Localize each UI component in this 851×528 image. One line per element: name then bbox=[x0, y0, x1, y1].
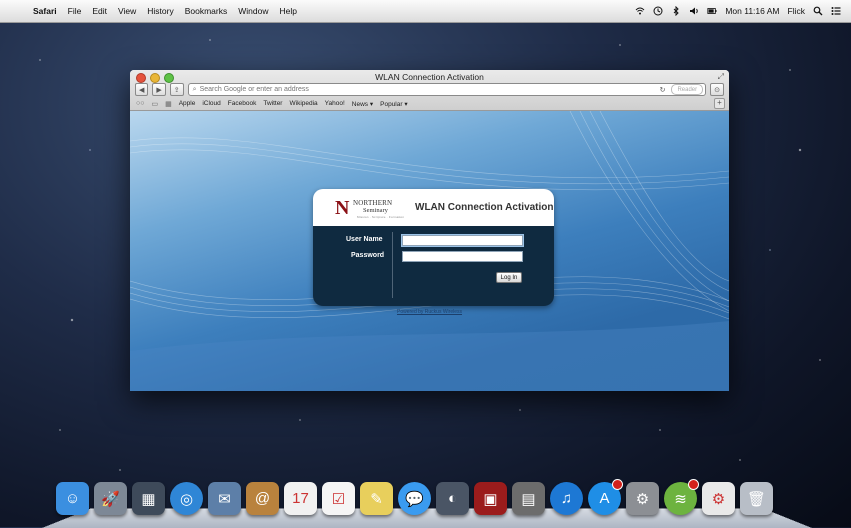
bookmark-apple[interactable]: Apple bbox=[179, 100, 196, 107]
safari-toolbar: ◀ ▶ ⇪ ⌕ Search Google or enter an addres… bbox=[135, 83, 724, 96]
menu-edit[interactable]: Edit bbox=[92, 6, 107, 16]
menu-history[interactable]: History bbox=[147, 6, 173, 16]
bookmark-icloud[interactable]: iCloud bbox=[202, 100, 220, 107]
menu-clock[interactable]: Mon 11:16 AM bbox=[725, 6, 779, 16]
config-file-icon[interactable]: ⚙ bbox=[702, 482, 735, 515]
top-sites-icon[interactable]: ▦ bbox=[165, 100, 172, 108]
app-store-icon[interactable]: A bbox=[588, 479, 623, 515]
address-placeholder: Search Google or enter an address bbox=[199, 86, 309, 93]
finder-icon[interactable]: ☺ bbox=[56, 482, 89, 515]
itunes-icon[interactable]: ♫ bbox=[550, 482, 583, 515]
window-title: WLAN Connection Activation bbox=[375, 72, 484, 82]
facetime-icon[interactable]: ◐ bbox=[436, 482, 469, 515]
mail-icon[interactable]: ✉ bbox=[208, 482, 241, 515]
menu-window[interactable]: Window bbox=[238, 6, 268, 16]
page-content: N NORTHERN Seminary Mission · Scripture … bbox=[130, 111, 729, 391]
downloads-button[interactable]: ⊙ bbox=[710, 83, 724, 96]
reading-list-icon[interactable]: ○○ bbox=[136, 100, 144, 107]
safari-icon[interactable]: ◎ bbox=[170, 482, 203, 515]
username-input[interactable] bbox=[402, 235, 523, 246]
contacts-icon[interactable]: @ bbox=[246, 482, 279, 515]
form-divider bbox=[392, 232, 393, 298]
spotlight-search-icon[interactable] bbox=[813, 6, 823, 16]
powered-by-link[interactable]: Powered by Ruckus Wireless bbox=[130, 309, 729, 315]
launchpad-icon[interactable]: 🚀 bbox=[94, 482, 127, 515]
trash-icon[interactable]: 🗑 bbox=[740, 482, 773, 515]
bookmark-news-menu[interactable]: News ▾ bbox=[352, 100, 373, 108]
login-form: User Name Password Log In bbox=[313, 226, 554, 306]
dock: ☺ 🚀 ▦ ◎ ✉ @17 ☑ ✎ 💬 ◐ ▣ ▤ ♫ A ⚙ ≋ ⚙ 🗑 bbox=[56, 479, 773, 515]
time-machine-icon[interactable] bbox=[653, 6, 663, 16]
bookmarks-book-icon[interactable]: ▭ bbox=[151, 100, 158, 108]
bookmark-facebook[interactable]: Facebook bbox=[228, 100, 257, 107]
safari-window: WLAN Connection Activation ⤢ ◀ ▶ ⇪ ⌕ Sea… bbox=[130, 70, 729, 391]
reload-icon[interactable]: ↻ bbox=[660, 86, 666, 94]
bookmark-popular-menu[interactable]: Popular ▾ bbox=[380, 100, 407, 108]
login-card: N NORTHERN Seminary Mission · Scripture … bbox=[313, 189, 554, 306]
bookmarks-bar: ○○ ▭ ▦ Apple iCloud Facebook Twitter Wik… bbox=[136, 98, 725, 109]
volume-icon[interactable] bbox=[689, 6, 699, 16]
battery-icon[interactable] bbox=[707, 6, 717, 16]
menu-user[interactable]: Flick bbox=[788, 6, 805, 16]
window-titlebar[interactable]: WLAN Connection Activation ⤢ ◀ ▶ ⇪ ⌕ Sea… bbox=[130, 70, 729, 111]
menu-app-name[interactable]: Safari bbox=[33, 6, 57, 16]
new-tab-button[interactable]: + bbox=[714, 98, 725, 109]
notification-center-icon[interactable] bbox=[831, 6, 841, 16]
username-label: User Name bbox=[346, 236, 383, 243]
status-area: Mon 11:16 AM Flick bbox=[635, 0, 841, 22]
login-card-header: N NORTHERN Seminary Mission · Scripture … bbox=[313, 189, 554, 226]
login-button[interactable]: Log In bbox=[496, 272, 522, 283]
spotify-icon[interactable]: ≋ bbox=[664, 479, 699, 515]
menu-file[interactable]: File bbox=[68, 6, 82, 16]
reader-button[interactable]: Reader bbox=[671, 84, 704, 95]
menu-view[interactable]: View bbox=[118, 6, 136, 16]
logo-text-line2: Seminary bbox=[363, 206, 388, 214]
photo-booth-icon[interactable]: ▣ bbox=[474, 482, 507, 515]
forward-button[interactable]: ▶ bbox=[152, 83, 166, 96]
logo-tagline: Mission · Scripture · Formation bbox=[357, 214, 405, 219]
system-preferences-icon[interactable]: ⚙ bbox=[626, 482, 659, 515]
menu-help[interactable]: Help bbox=[279, 6, 296, 16]
wifi-icon[interactable] bbox=[635, 6, 645, 16]
address-bar[interactable]: ⌕ Search Google or enter an address ↻ Re… bbox=[187, 83, 707, 96]
northern-seminary-logo: N NORTHERN Seminary Mission · Scripture … bbox=[335, 193, 413, 223]
fullscreen-icon[interactable]: ⤢ bbox=[718, 72, 724, 82]
bluetooth-icon[interactable] bbox=[671, 6, 681, 16]
menu-bookmarks[interactable]: Bookmarks bbox=[185, 6, 228, 16]
back-button[interactable]: ◀ bbox=[135, 83, 149, 96]
bookmark-twitter[interactable]: Twitter bbox=[263, 100, 282, 107]
password-input[interactable] bbox=[402, 251, 523, 262]
calendar-icon[interactable]: 17 bbox=[284, 482, 317, 515]
bookmark-wikipedia[interactable]: Wikipedia bbox=[289, 100, 317, 107]
iphoto-icon[interactable]: ▤ bbox=[512, 482, 545, 515]
notification-badge bbox=[688, 479, 699, 490]
menu-bar: Safari File Edit View History Bookmarks … bbox=[0, 0, 851, 23]
mission-control-icon[interactable]: ▦ bbox=[132, 482, 165, 515]
notes-icon[interactable]: ✎ bbox=[360, 482, 393, 515]
share-button[interactable]: ⇪ bbox=[169, 83, 184, 96]
logo-mark-icon: N bbox=[335, 196, 350, 219]
reminders-icon[interactable]: ☑ bbox=[322, 482, 355, 515]
bookmark-yahoo[interactable]: Yahoo! bbox=[325, 100, 345, 107]
notification-badge bbox=[612, 479, 623, 490]
search-icon: ⌕ bbox=[192, 85, 197, 93]
logo-text-line1: NORTHERN bbox=[353, 198, 393, 207]
password-label: Password bbox=[351, 252, 385, 259]
messages-icon[interactable]: 💬 bbox=[398, 482, 431, 515]
login-title: WLAN Connection Activation bbox=[415, 202, 554, 213]
